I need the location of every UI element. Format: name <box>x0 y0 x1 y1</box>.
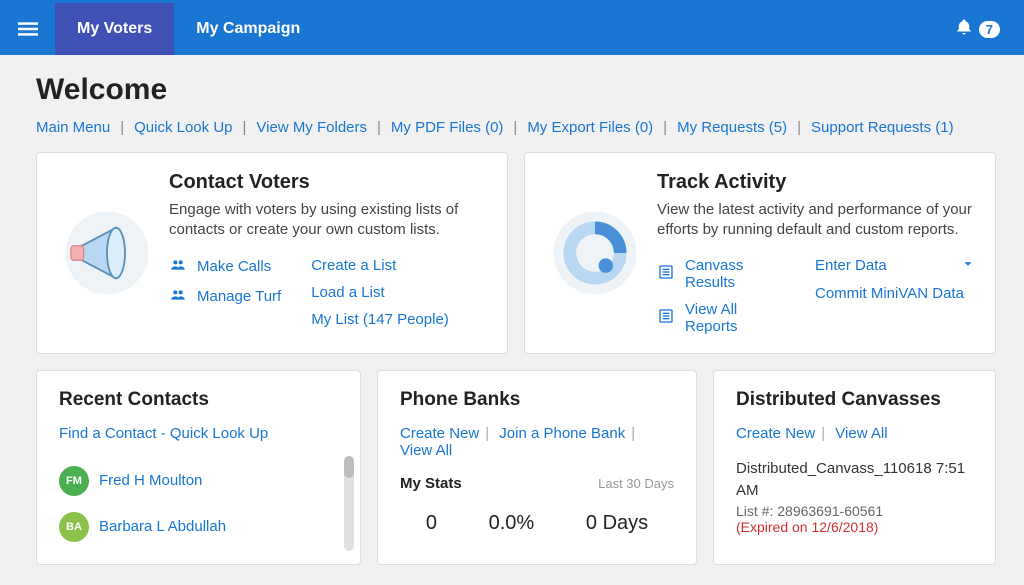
page-title: Welcome <box>36 73 996 107</box>
people-icon <box>169 287 187 307</box>
link-find-a-contact[interactable]: Find a Contact - Quick Look Up <box>59 425 268 442</box>
scrollbar[interactable] <box>344 456 354 551</box>
distributed-title: Distributed Canvasses <box>736 389 973 411</box>
phone-banks-panel: Phone Banks Create New| Join a Phone Ban… <box>377 370 697 565</box>
notification-count: 7 <box>979 21 1000 38</box>
recent-contacts-title: Recent Contacts <box>59 389 338 411</box>
link-enter-data[interactable]: Enter Data <box>815 257 975 275</box>
link-support-requests[interactable]: Support Requests (1) <box>811 119 954 136</box>
link-view-my-folders[interactable]: View My Folders <box>256 119 367 136</box>
bell-icon <box>955 18 973 41</box>
avatar: BA <box>59 512 89 542</box>
contact-name: Fred H Moulton <box>99 472 202 489</box>
stat-value: 0 <box>426 512 437 535</box>
link-manage-turf[interactable]: Manage Turf <box>169 287 281 307</box>
track-activity-subtitle: View the latest activity and performance… <box>657 200 975 241</box>
contact-item[interactable]: FM Fred H Moulton <box>59 458 338 504</box>
chevron-down-icon <box>961 257 975 275</box>
contact-name: Barbara L Abdullah <box>99 518 226 535</box>
report-icon <box>657 308 675 328</box>
people-icon <box>169 257 187 277</box>
stat-value: 0 Days <box>586 512 648 535</box>
canvass-expired: (Expired on 12/6/2018) <box>736 519 973 535</box>
link-make-calls[interactable]: Make Calls <box>169 257 281 277</box>
stats-period: Last 30 Days <box>598 476 674 491</box>
contact-voters-title: Contact Voters <box>169 171 487 194</box>
track-activity-card: Track Activity View the latest activity … <box>524 152 996 354</box>
phone-banks-title: Phone Banks <box>400 389 674 411</box>
link-my-export-files[interactable]: My Export Files (0) <box>527 119 653 136</box>
notifications-button[interactable]: 7 <box>931 3 1024 55</box>
nav-my-campaign[interactable]: My Campaign <box>174 3 322 55</box>
contact-item[interactable]: BA Barbara L Abdullah <box>59 504 338 550</box>
link-quick-look-up[interactable]: Quick Look Up <box>134 119 232 136</box>
stat-value: 0.0% <box>489 512 535 535</box>
link-dist-create-new[interactable]: Create New <box>736 425 815 442</box>
link-phone-view-all[interactable]: View All <box>400 442 452 459</box>
link-create-a-list[interactable]: Create a List <box>311 257 449 274</box>
link-canvass-results[interactable]: Canvass Results <box>657 257 785 291</box>
track-activity-title: Track Activity <box>657 171 975 194</box>
link-main-menu[interactable]: Main Menu <box>36 119 110 136</box>
canvass-item-name: Distributed_Canvass_110618 7:51 AM <box>736 458 973 503</box>
nav-my-voters[interactable]: My Voters <box>55 3 174 55</box>
canvass-list-number: List #: 28963691-60561 <box>736 503 973 519</box>
distributed-canvasses-panel: Distributed Canvasses Create New| View A… <box>713 370 996 565</box>
scrollbar-thumb[interactable] <box>344 456 354 478</box>
my-stats-label: My Stats <box>400 475 462 492</box>
avatar: FM <box>59 466 89 496</box>
link-commit-minivan-data[interactable]: Commit MiniVAN Data <box>815 285 975 302</box>
menu-icon[interactable] <box>0 3 55 55</box>
recent-contacts-panel: Recent Contacts Find a Contact - Quick L… <box>36 370 361 565</box>
report-icon <box>657 264 675 284</box>
link-load-a-list[interactable]: Load a List <box>311 284 449 301</box>
contact-voters-subtitle: Engage with voters by using existing lis… <box>169 200 487 241</box>
link-my-pdf-files[interactable]: My PDF Files (0) <box>391 119 504 136</box>
link-join-phone-bank[interactable]: Join a Phone Bank <box>499 425 625 442</box>
megaphone-icon <box>57 171 157 335</box>
link-view-all-reports[interactable]: View All Reports <box>657 301 785 335</box>
top-nav: My Voters My Campaign 7 <box>0 3 1024 55</box>
link-my-list[interactable]: My List (147 People) <box>311 311 449 328</box>
breadcrumb: Main Menu| Quick Look Up| View My Folder… <box>36 119 996 136</box>
chart-ring-icon <box>545 171 645 335</box>
link-phone-create-new[interactable]: Create New <box>400 425 479 442</box>
contact-voters-card: Contact Voters Engage with voters by usi… <box>36 152 508 354</box>
link-dist-view-all[interactable]: View All <box>835 425 887 442</box>
link-my-requests[interactable]: My Requests (5) <box>677 119 787 136</box>
